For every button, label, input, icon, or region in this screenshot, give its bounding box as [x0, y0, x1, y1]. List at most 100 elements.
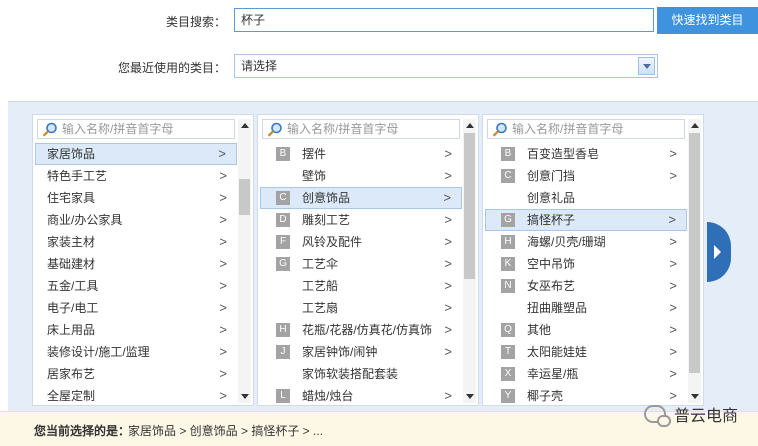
- category-item[interactable]: 扭曲雕塑品 >: [485, 297, 687, 319]
- quick-find-button[interactable]: 快速找到类目: [657, 7, 758, 34]
- chevron-right-icon: >: [219, 300, 227, 315]
- category-item[interactable]: K 空中吊饰 >: [485, 253, 687, 275]
- category-item-label: 幸运星/瓶: [527, 367, 579, 381]
- category-item-label: 海螺/贝壳/珊瑚: [527, 235, 606, 249]
- category-item-label: 居家布艺: [47, 367, 96, 381]
- letter-badge: X: [501, 366, 515, 381]
- scroll-thumb[interactable]: [239, 179, 250, 215]
- filter-input-3[interactable]: 输入名称/拼音首字母: [487, 119, 685, 139]
- scroll-up-icon[interactable]: [238, 119, 251, 133]
- letter-badge: B: [276, 146, 290, 161]
- category-item[interactable]: 居家布艺 >: [35, 363, 237, 385]
- chevron-right-icon: >: [444, 256, 452, 271]
- scroll-thumb[interactable]: [464, 133, 475, 279]
- category-item[interactable]: B 摆件 >: [260, 143, 462, 165]
- category-column-2: 输入名称/拼音首字母 B 摆件 > 壁饰 > C 创意饰品 > D 雕刻工艺 > F 风铃及配件 > G 工艺…: [257, 114, 479, 406]
- search-icon: [267, 122, 282, 137]
- category-item[interactable]: L 蜡烛/烛台 >: [260, 385, 462, 405]
- scrollbar[interactable]: [688, 119, 701, 403]
- category-item[interactable]: 特色手工艺 >: [35, 165, 237, 187]
- recent-label: 您最近使用的类目：: [117, 61, 226, 75]
- category-item[interactable]: 商业/办公家具 >: [35, 209, 237, 231]
- filter-input-2[interactable]: 输入名称/拼音首字母: [262, 119, 460, 139]
- chevron-right-icon: >: [219, 256, 227, 271]
- category-item[interactable]: 基础建材 >: [35, 253, 237, 275]
- scroll-down-icon[interactable]: [688, 389, 701, 403]
- scrollbar[interactable]: [463, 119, 476, 403]
- recent-category-select[interactable]: 请选择: [234, 54, 658, 78]
- category-item-label: 风铃及配件: [302, 235, 363, 249]
- category-item[interactable]: 全屋定制 >: [35, 385, 237, 405]
- category-item[interactable]: G 工艺伞 >: [260, 253, 462, 275]
- dropdown-arrow-icon[interactable]: [638, 57, 655, 75]
- category-item[interactable]: 电子/电工 >: [35, 297, 237, 319]
- letter-badge: T: [501, 344, 515, 359]
- category-item[interactable]: H 海螺/贝壳/珊瑚 >: [485, 231, 687, 253]
- scroll-thumb[interactable]: [689, 133, 700, 373]
- category-item[interactable]: 五金/工具 >: [35, 275, 237, 297]
- category-item[interactable]: 住宅家具 >: [35, 187, 237, 209]
- scroll-down-icon[interactable]: [463, 389, 476, 403]
- category-item[interactable]: 装修设计/施工/监理 >: [35, 341, 237, 363]
- category-item-label: 空中吊饰: [527, 257, 576, 271]
- category-item[interactable]: J 家居钟饰/闹钟 >: [260, 341, 462, 363]
- wechat-icon: [643, 405, 671, 427]
- category-item[interactable]: H 花瓶/花器/仿真花/仿真饰 >: [260, 319, 462, 341]
- scroll-up-icon[interactable]: [688, 119, 701, 133]
- category-item-label: 工艺扇: [302, 301, 339, 315]
- letter-badge: D: [276, 212, 290, 227]
- category-item[interactable]: F 风铃及配件 >: [260, 231, 462, 253]
- chevron-right-icon: >: [668, 212, 676, 227]
- category-item[interactable]: Q 其他 >: [485, 319, 687, 341]
- category-item[interactable]: 家装主材 >: [35, 231, 237, 253]
- letter-badge: G: [276, 256, 290, 271]
- category-item[interactable]: 工艺扇 >: [260, 297, 462, 319]
- letter-badge: F: [276, 234, 290, 249]
- category-item-label: 工艺船: [302, 279, 339, 293]
- category-item[interactable]: 家居饰品 >: [35, 143, 237, 165]
- letter-badge: B: [501, 146, 515, 161]
- chevron-right-icon: >: [669, 256, 677, 271]
- category-item[interactable]: D 雕刻工艺 >: [260, 209, 462, 231]
- filter-input-1[interactable]: 输入名称/拼音首字母: [37, 119, 235, 139]
- chevron-right-icon: >: [669, 366, 677, 381]
- search-input[interactable]: 杯子: [234, 8, 654, 32]
- category-item[interactable]: 壁饰 >: [260, 165, 462, 187]
- search-label: 类目搜索：: [165, 15, 226, 29]
- category-item[interactable]: G 搞怪杯子 >: [485, 209, 687, 231]
- category-column-1: 输入名称/拼音首字母 家居饰品 > 特色手工艺 > 住宅家具 > 商业/办公家具 > 家装主材 >…: [32, 114, 254, 406]
- category-item[interactable]: T 太阳能娃娃 >: [485, 341, 687, 363]
- category-item[interactable]: 创意礼品: [485, 187, 687, 209]
- scrollbar[interactable]: [238, 119, 251, 403]
- category-item-label: 家居钟饰/闹钟: [302, 345, 378, 359]
- category-item-label: 商业/办公家具: [47, 213, 123, 227]
- category-item-label: 扭曲雕塑品: [527, 301, 588, 315]
- category-item[interactable]: 家饰软装搭配套装: [260, 363, 462, 385]
- category-item[interactable]: C 创意饰品 >: [260, 187, 462, 209]
- category-item-label: 创意门挡: [527, 169, 576, 183]
- letter-badge: Y: [501, 388, 515, 403]
- search-icon: [492, 122, 507, 137]
- chevron-right-icon: >: [444, 322, 452, 337]
- chevron-right-icon: >: [669, 234, 677, 249]
- letter-badge: H: [501, 234, 515, 249]
- category-item[interactable]: 工艺船 >: [260, 275, 462, 297]
- letter-badge: C: [501, 168, 515, 183]
- watermark: 普云电商: [643, 402, 738, 427]
- category-item-label: 椰子壳: [527, 389, 564, 403]
- chevron-right-icon: >: [444, 212, 452, 227]
- letter-badge: C: [276, 190, 290, 205]
- category-list-1: 家居饰品 > 特色手工艺 > 住宅家具 > 商业/办公家具 > 家装主材 > 基础建材 > 五金/工具 >…: [35, 143, 237, 405]
- category-item[interactable]: X 幸运星/瓶 >: [485, 363, 687, 385]
- chevron-right-icon: >: [219, 190, 227, 205]
- scroll-up-icon[interactable]: [463, 119, 476, 133]
- scroll-down-icon[interactable]: [238, 389, 251, 403]
- category-list-2: B 摆件 > 壁饰 > C 创意饰品 > D 雕刻工艺 > F 风铃及配件 > G 工艺伞 > 工艺船 > 工艺扇 > H…: [260, 143, 462, 405]
- next-arrow-icon[interactable]: [707, 222, 731, 282]
- category-item[interactable]: B 百变造型香皂 >: [485, 143, 687, 165]
- category-item[interactable]: 床上用品 >: [35, 319, 237, 341]
- category-item[interactable]: C 创意门挡 >: [485, 165, 687, 187]
- category-item[interactable]: N 女巫布艺 >: [485, 275, 687, 297]
- letter-badge: N: [501, 278, 515, 293]
- search-icon: [42, 122, 57, 137]
